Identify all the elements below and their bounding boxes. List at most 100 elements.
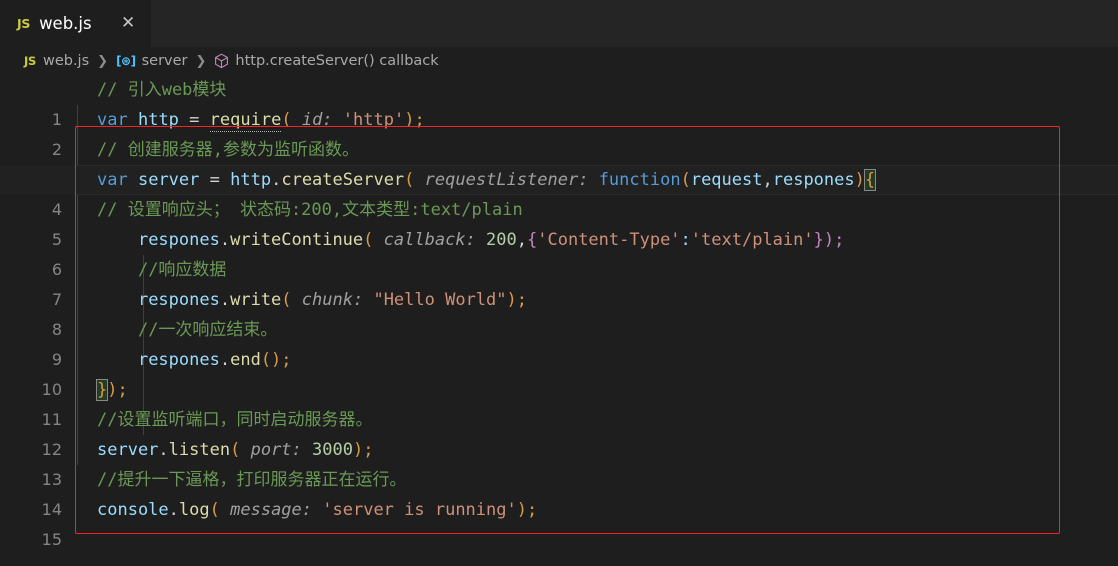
inlay-hint: port: — [250, 440, 302, 460]
close-icon[interactable]: ✕ — [119, 15, 138, 32]
code-token-string: 'server is running' — [322, 500, 517, 520]
code-line[interactable]: 13 server.listen( port: 3000); — [0, 435, 1118, 489]
code-token-comment: //提升一下逼格，打印服务器正在运行。 — [97, 470, 407, 490]
code-token-bracket-match: { — [863, 169, 877, 191]
code-line[interactable]: 1 // 引入web模块 — [0, 75, 1118, 129]
code-line[interactable]: 10 respones.end(); — [0, 345, 1118, 399]
code-token-function: end — [230, 350, 261, 370]
code-token-param: request — [690, 170, 763, 190]
code-token-string: 'text/plain' — [690, 230, 814, 250]
code-token-keyword: function — [598, 170, 681, 190]
code-token-paren: ); — [404, 110, 425, 130]
code-token-comment: // 引入web模块 — [97, 80, 227, 100]
code-line[interactable]: 8 respones.write( chunk: "Hello World"); — [0, 285, 1118, 339]
code-token-variable: http — [137, 110, 179, 130]
breadcrumb-symbol[interactable]: server — [142, 53, 188, 69]
tab-label: web.js — [39, 14, 92, 33]
inlay-hint: message: — [230, 500, 313, 520]
code-token-paren: ( — [230, 440, 241, 460]
code-line[interactable]: 2 var http = require( id: 'http'); — [0, 105, 1118, 159]
code-token-string: 'http' — [342, 110, 405, 130]
code-token-paren: ) — [854, 170, 865, 190]
code-token-keyword: var — [97, 170, 128, 190]
inlay-hint: requestListener: — [424, 170, 589, 190]
javascript-file-icon: JS — [17, 16, 31, 31]
code-editor[interactable]: 1 // 引入web模块 2 var http = require( id: '… — [0, 75, 1118, 566]
code-token-dot: . — [219, 350, 231, 370]
code-token-comment: // 设置响应头； 状态码:200,文本类型:text/plain — [97, 200, 523, 220]
chevron-right-icon: ❯ — [195, 53, 207, 69]
code-token-comma: , — [516, 230, 527, 250]
code-token-dot: . — [219, 290, 231, 310]
code-token-function: write — [230, 290, 282, 310]
code-token-keyword: var — [97, 110, 128, 130]
tab-web-js[interactable]: JS web.js ✕ — [0, 0, 151, 47]
code-token-object: server — [97, 440, 159, 460]
code-token-paren: ( — [680, 170, 691, 190]
code-token-comment: //一次响应结束。 — [137, 320, 278, 340]
code-token-dot: . — [168, 500, 179, 520]
code-token-paren: ); — [516, 500, 538, 520]
code-token-variable: server — [137, 170, 200, 190]
code-token-function: listen — [168, 440, 231, 460]
code-token-object: respones — [137, 290, 220, 310]
code-token-colon: : — [680, 230, 691, 250]
code-token-bracket-match: } — [95, 379, 109, 401]
code-token-function: createServer — [281, 170, 405, 190]
code-token-dot: . — [271, 170, 282, 190]
code-line[interactable]: 14 //提升一下逼格，打印服务器正在运行。 — [0, 465, 1118, 519]
code-token-string: "Hello World" — [373, 290, 507, 310]
code-token-paren: ( — [281, 110, 292, 130]
code-token-object: http — [230, 170, 272, 190]
code-token-object: respones — [137, 230, 220, 250]
code-line-active[interactable]: 4 var server = http.createServer( reques… — [0, 165, 1118, 219]
code-line[interactable]: 3 // 创建服务器,参数为监听函数。 — [0, 135, 1118, 189]
javascript-file-icon: JS — [24, 54, 36, 68]
code-token-paren: ); — [352, 440, 374, 460]
code-line[interactable]: 6 respones.writeContinue( callback: 200,… — [0, 225, 1118, 279]
code-line[interactable]: 7 //响应数据 — [0, 255, 1118, 309]
chevron-right-icon: ❯ — [97, 53, 109, 69]
code-token-string: 'Content-Type' — [537, 230, 681, 250]
code-token-operator: = — [189, 110, 200, 130]
code-token-paren: ( — [209, 500, 220, 520]
code-token-function: writeContinue — [230, 230, 364, 250]
breadcrumb-file[interactable]: web.js — [43, 53, 89, 69]
code-token-function: require — [209, 110, 282, 132]
code-token-dot: . — [219, 230, 231, 250]
code-line[interactable]: 9 //一次响应结束。 — [0, 315, 1118, 369]
code-line[interactable]: 11 }); — [0, 375, 1118, 429]
code-token-object: console — [97, 500, 169, 520]
code-token-comment: // 创建服务器,参数为监听函数。 — [97, 140, 359, 160]
code-token-brace: }); — [813, 230, 845, 250]
code-token-param: respones — [772, 170, 855, 190]
code-token-paren: ); — [107, 380, 128, 400]
code-area[interactable]: 1 // 引入web模块 2 var http = require( id: '… — [0, 75, 1118, 549]
code-token-paren: (); — [260, 350, 292, 370]
variable-symbol-icon: [⊛] — [116, 54, 136, 68]
code-line[interactable]: 5 // 设置响应头； 状态码:200,文本类型:text/plain — [0, 195, 1118, 249]
code-line[interactable]: 15 console.log( message: 'server is runn… — [0, 495, 1118, 549]
code-token-brace: { — [527, 230, 538, 250]
code-line[interactable]: 12 //设置监听端口，同时启动服务器。 — [0, 405, 1118, 459]
breadcrumb-method[interactable]: http.createServer() callback — [235, 53, 438, 69]
